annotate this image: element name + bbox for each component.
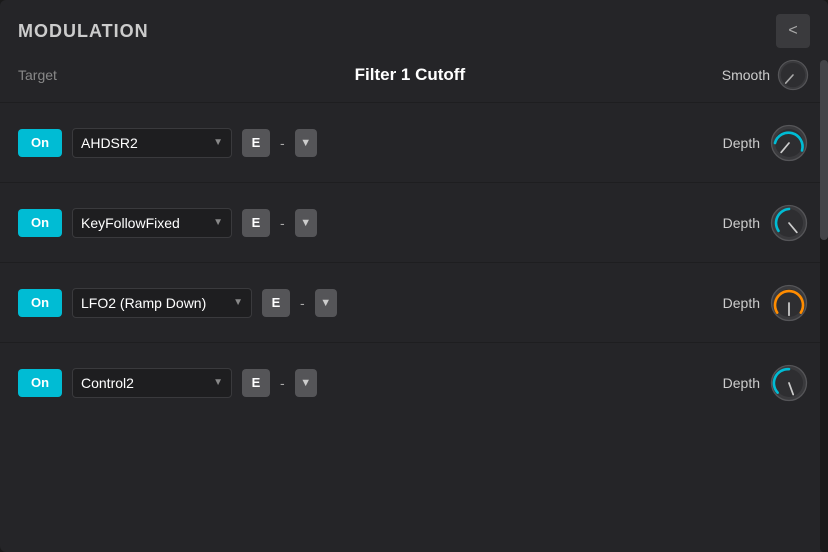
smooth-label: Smooth	[722, 67, 770, 83]
source-name-1: AHDSR2	[81, 135, 138, 151]
depth-knob-1[interactable]	[768, 122, 810, 164]
dash-2: -	[280, 215, 285, 231]
filter-name: Filter 1 Cutoff	[114, 65, 706, 85]
source-name-4: Control2	[81, 375, 134, 391]
depth-area-4: Depth	[723, 362, 810, 404]
source-dropdown-3[interactable]: LFO2 (Ramp Down) ▼	[72, 288, 252, 318]
mod-row: On KeyFollowFixed ▼ E - ▼ Depth	[0, 182, 828, 262]
chevron-icon-4: ▼	[213, 377, 223, 388]
on-button-2[interactable]: On	[18, 209, 62, 237]
mod-row: On Control2 ▼ E - ▼ Depth	[0, 342, 828, 422]
e-button-3[interactable]: E	[262, 289, 290, 317]
on-button-4[interactable]: On	[18, 369, 62, 397]
mod-row: On LFO2 (Ramp Down) ▼ E - ▼ Depth	[0, 262, 828, 342]
e-button-1[interactable]: E	[242, 129, 270, 157]
source-name-2: KeyFollowFixed	[81, 215, 180, 231]
chevron-icon-3: ▼	[233, 297, 243, 308]
smooth-area: Smooth	[722, 58, 810, 92]
source-dropdown-2[interactable]: KeyFollowFixed ▼	[72, 208, 232, 238]
chevron-icon-2: ▼	[213, 217, 223, 228]
modulation-panel: MODULATION < Target Filter 1 Cutoff Smoo…	[0, 0, 828, 552]
on-button-3[interactable]: On	[18, 289, 62, 317]
dash-4: -	[280, 375, 285, 391]
depth-area-2: Depth	[723, 202, 810, 244]
depth-area-1: Depth	[723, 122, 810, 164]
panel-title: MODULATION	[18, 21, 149, 42]
depth-area-3: Depth	[723, 282, 810, 324]
source-dropdown-1[interactable]: AHDSR2 ▼	[72, 128, 232, 158]
dash-1: -	[280, 135, 285, 151]
depth-label-2: Depth	[723, 215, 760, 231]
scrollbar-thumb[interactable]	[820, 60, 828, 240]
small-chevron-btn-4[interactable]: ▼	[295, 369, 317, 397]
source-dropdown-4[interactable]: Control2 ▼	[72, 368, 232, 398]
small-chevron-btn-2[interactable]: ▼	[295, 209, 317, 237]
mod-rows-container: On AHDSR2 ▼ E - ▼ Depth On	[0, 102, 828, 552]
smooth-knob[interactable]	[776, 58, 810, 92]
small-chevron-btn-1[interactable]: ▼	[295, 129, 317, 157]
depth-label-3: Depth	[723, 295, 760, 311]
panel-header: MODULATION <	[0, 0, 828, 58]
depth-knob-4[interactable]	[768, 362, 810, 404]
chevron-icon-1: ▼	[213, 137, 223, 148]
depth-knob-3[interactable]	[768, 282, 810, 324]
target-row: Target Filter 1 Cutoff Smooth	[0, 58, 828, 102]
scrollbar[interactable]	[820, 60, 828, 552]
source-name-3: LFO2 (Ramp Down)	[81, 295, 206, 311]
e-button-2[interactable]: E	[242, 209, 270, 237]
small-chevron-btn-3[interactable]: ▼	[315, 289, 337, 317]
collapse-button[interactable]: <	[776, 14, 810, 48]
e-button-4[interactable]: E	[242, 369, 270, 397]
dash-3: -	[300, 295, 305, 311]
depth-label-1: Depth	[723, 135, 760, 151]
target-label: Target	[18, 67, 68, 83]
depth-knob-2[interactable]	[768, 202, 810, 244]
on-button-1[interactable]: On	[18, 129, 62, 157]
mod-row: On AHDSR2 ▼ E - ▼ Depth	[0, 102, 828, 182]
depth-label-4: Depth	[723, 375, 760, 391]
